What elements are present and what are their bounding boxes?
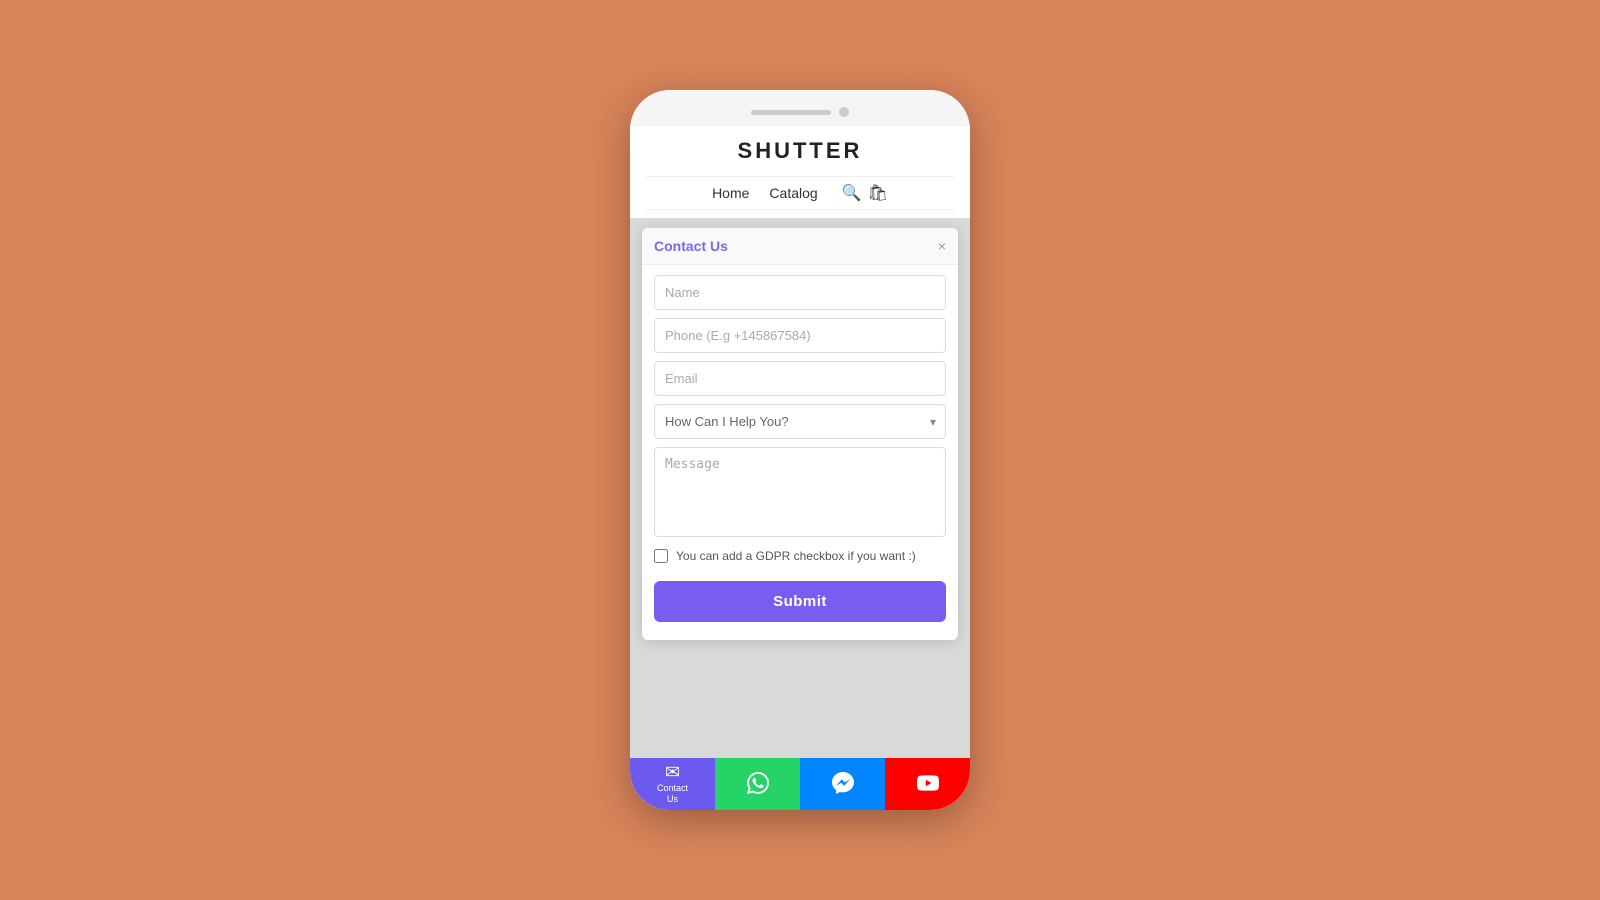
- help-select-wrapper: How Can I Help You? General Inquiry Supp…: [654, 404, 946, 439]
- contact-modal: Contact Us × How Can I Help You? General…: [642, 228, 958, 640]
- contact-label: ContactUs: [657, 783, 688, 805]
- app-title: SHUTTER: [646, 138, 954, 164]
- gdpr-row: You can add a GDPR checkbox if you want …: [654, 545, 946, 567]
- submit-button[interactable]: Submit: [654, 581, 946, 622]
- phone-camera: [839, 107, 849, 117]
- cart-icon[interactable]: 🛍: [868, 183, 888, 203]
- phone-top-bar: [630, 90, 970, 126]
- modal-close-button[interactable]: ×: [938, 238, 946, 254]
- modal-body: How Can I Help You? General Inquiry Supp…: [642, 265, 958, 640]
- message-textarea[interactable]: [654, 447, 946, 537]
- youtube-icon: [917, 772, 939, 797]
- phone-frame: SHUTTER Home Catalog 🔍 🛍 Contact Us ×: [630, 90, 970, 810]
- bottom-messenger-button[interactable]: [800, 758, 885, 810]
- modal-title: Contact Us: [654, 238, 728, 254]
- contact-icon: ✉: [665, 763, 680, 781]
- phone-screen: SHUTTER Home Catalog 🔍 🛍 Contact Us ×: [630, 126, 970, 810]
- nav-home[interactable]: Home: [712, 185, 749, 201]
- gdpr-checkbox[interactable]: [654, 549, 668, 563]
- name-input[interactable]: [654, 275, 946, 310]
- nav-catalog[interactable]: Catalog: [769, 185, 817, 201]
- modal-overlay: Contact Us × How Can I Help You? General…: [630, 218, 970, 758]
- email-input[interactable]: [654, 361, 946, 396]
- messenger-icon: [832, 772, 854, 797]
- bottom-bar: ✉ ContactUs: [630, 758, 970, 810]
- nav-bar: Home Catalog 🔍 🛍: [646, 176, 954, 210]
- phone-notch: [751, 110, 831, 115]
- bottom-youtube-button[interactable]: [885, 758, 970, 810]
- gdpr-label: You can add a GDPR checkbox if you want …: [676, 549, 916, 563]
- search-icon[interactable]: 🔍: [842, 183, 862, 203]
- whatsapp-icon: [747, 772, 769, 797]
- phone-input[interactable]: [654, 318, 946, 353]
- bottom-whatsapp-button[interactable]: [715, 758, 800, 810]
- bottom-contact-button[interactable]: ✉ ContactUs: [630, 758, 715, 810]
- help-select[interactable]: How Can I Help You? General Inquiry Supp…: [654, 404, 946, 439]
- modal-header: Contact Us ×: [642, 228, 958, 265]
- app-header: SHUTTER Home Catalog 🔍 🛍: [630, 126, 970, 218]
- nav-icons: 🔍 🛍: [842, 183, 888, 203]
